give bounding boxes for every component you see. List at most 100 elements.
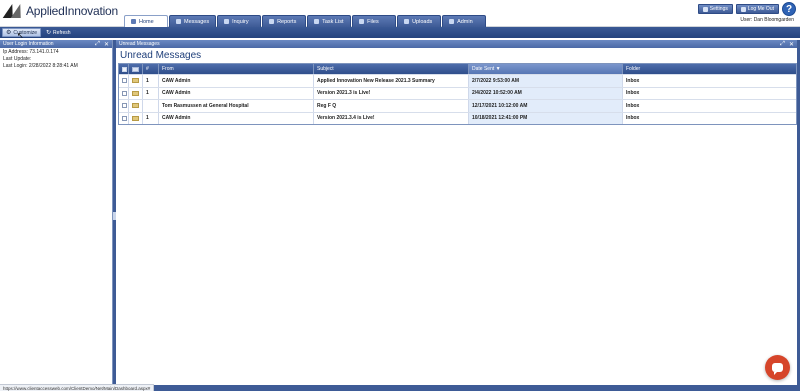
message-icon-cell: [129, 100, 143, 112]
message-icon-column: [129, 64, 143, 74]
checkbox-icon: [122, 90, 127, 96]
main-panel: Unread Messages ⤢ ✕ Unread Messages # Fro…: [116, 40, 800, 385]
home-icon: [131, 19, 136, 24]
refresh-label: Refresh: [53, 29, 71, 36]
close-icon[interactable]: ✕: [789, 41, 794, 48]
cell-from[interactable]: CAW Admin: [159, 75, 314, 87]
tab-home[interactable]: Home: [124, 15, 168, 27]
tab-inquiry[interactable]: Inquiry: [217, 15, 262, 27]
select-all-checkbox[interactable]: [119, 64, 129, 74]
table-row[interactable]: Tom Rasmussen at General Hospital Reg F …: [119, 99, 796, 112]
ip-address: Ip Address: 73.141.0.174: [3, 49, 59, 55]
files-icon: [359, 19, 365, 24]
table-row[interactable]: 1 CAW Admin Version 2021.3 is Live! 2/4/…: [119, 86, 796, 99]
current-user: User: Dan Bloomgarden: [740, 17, 794, 23]
brand-logo[interactable]: AppliedInnovation: [2, 3, 119, 19]
message-icon-cell: [129, 87, 143, 99]
cell-date: 10/18/2021 12:41:00 PM: [469, 112, 623, 124]
login-info: Ip Address: 73.141.0.174 Last Update: La…: [0, 48, 112, 71]
uploads-icon: [404, 19, 410, 24]
envelope-icon: [132, 103, 139, 109]
tab-label: Files: [367, 18, 379, 25]
tab-label: Task List: [322, 18, 344, 25]
envelope-icon: [132, 90, 139, 96]
left-panel: User Login Information ⤢ ✕ Ip Address: 73…: [0, 40, 113, 385]
checkbox-icon: [122, 78, 127, 84]
cell-date: 2/4/2022 10:52:00 AM: [469, 87, 623, 99]
cell-subject[interactable]: Reg F Q: [314, 100, 469, 112]
column-subject[interactable]: Subject: [314, 64, 469, 74]
tab-reports[interactable]: Reports: [262, 15, 307, 27]
tab-messages[interactable]: Messages: [169, 15, 217, 27]
logout-button[interactable]: Log Me Out: [735, 4, 779, 14]
cell-num: 1: [143, 87, 159, 99]
maximize-icon[interactable]: ⤢: [780, 41, 785, 48]
envelope-icon: [132, 78, 139, 84]
tab-label: Home: [139, 18, 154, 25]
message-icon-cell: [129, 112, 143, 124]
cell-num: 1: [143, 75, 159, 87]
table-row[interactable]: 1 CAW Admin Version 2021.3.4 is Live! 10…: [119, 111, 796, 124]
messages-grid: # From Subject Date Sent ▼ Folder 1 CAW …: [118, 63, 797, 125]
brand-name: AppliedInnovation: [26, 4, 119, 18]
settings-button[interactable]: Settings: [697, 4, 733, 14]
task-list-icon: [314, 19, 320, 24]
table-row[interactable]: 1 CAW Admin Applied Innovation New Relea…: [119, 74, 796, 87]
panel-header-icons: ⤢ ✕: [95, 41, 109, 48]
column-date-sent[interactable]: Date Sent ▼: [469, 64, 623, 74]
envelope-icon: [132, 115, 139, 121]
checkbox-icon: [122, 66, 127, 72]
cell-from[interactable]: CAW Admin: [159, 87, 314, 99]
cell-folder: Inbox: [626, 90, 640, 97]
mouse-cursor-icon: ↖: [17, 31, 24, 40]
panel-header-icons: ⤢ ✕: [780, 41, 794, 48]
column-from[interactable]: From: [159, 64, 314, 74]
chat-button[interactable]: [765, 355, 790, 380]
tab-task-list[interactable]: Task List: [307, 15, 352, 27]
cell-subject[interactable]: Version 2021.3.4 is Live!: [314, 112, 469, 124]
cell-folder: Inbox: [626, 77, 640, 84]
cell-subject[interactable]: Applied Innovation New Release 2021.3 Su…: [314, 75, 469, 87]
row-checkbox[interactable]: [119, 75, 129, 87]
header-actions: Settings Log Me Out ?: [697, 2, 796, 16]
inquiry-icon: [224, 19, 230, 24]
last-update: Last Update:: [3, 56, 32, 62]
cell-from[interactable]: Tom Rasmussen at General Hospital: [159, 100, 314, 112]
maximize-icon[interactable]: ⤢: [95, 41, 100, 48]
close-icon[interactable]: ✕: [104, 41, 109, 48]
column-num[interactable]: #: [143, 64, 159, 74]
status-bar-url: https://www.clientaccessweb.com/ClientDe…: [0, 384, 155, 391]
cell-subject[interactable]: Version 2021.3 is Live!: [314, 87, 469, 99]
customize-icon: ⚙: [6, 30, 12, 36]
refresh-button[interactable]: ↻ Refresh: [43, 28, 74, 37]
tab-uploads[interactable]: Uploads: [397, 15, 442, 27]
cell-num: [143, 100, 159, 112]
toolbar: ⚙ Customize ↻ Refresh: [0, 27, 800, 38]
top-header: AppliedInnovation Home Messages Inquiry …: [0, 0, 800, 27]
row-checkbox[interactable]: [119, 112, 129, 124]
column-folder[interactable]: Folder: [623, 64, 778, 74]
main-tabs: Home Messages Inquiry Reports Task List …: [124, 15, 487, 27]
cell-num: 1: [143, 112, 159, 124]
cell-folder: Inbox: [626, 115, 640, 122]
messages-icon: [176, 19, 181, 24]
tab-label: Reports: [277, 18, 297, 25]
reports-icon: [269, 19, 275, 24]
help-icon[interactable]: ?: [782, 2, 796, 16]
grid-header: # From Subject Date Sent ▼ Folder: [119, 64, 796, 74]
row-checkbox[interactable]: [119, 100, 129, 112]
logout-icon: [740, 6, 746, 12]
page-title: Unread Messages: [120, 50, 202, 61]
last-login: Last Login: 2/28/2022 8:28:41 AM: [3, 63, 78, 69]
cell-from[interactable]: CAW Admin: [159, 112, 314, 124]
tab-admin[interactable]: Admin: [442, 15, 487, 27]
refresh-icon: ↻: [46, 30, 52, 36]
tab-files[interactable]: Files: [352, 15, 397, 27]
chat-bubble-icon: [772, 363, 783, 375]
settings-label: Settings: [709, 6, 728, 12]
cell-folder: Inbox: [626, 102, 640, 109]
row-checkbox[interactable]: [119, 87, 129, 99]
envelope-icon: [132, 66, 139, 72]
left-panel-header: User Login Information ⤢ ✕: [0, 40, 112, 48]
gear-icon: [702, 6, 708, 12]
